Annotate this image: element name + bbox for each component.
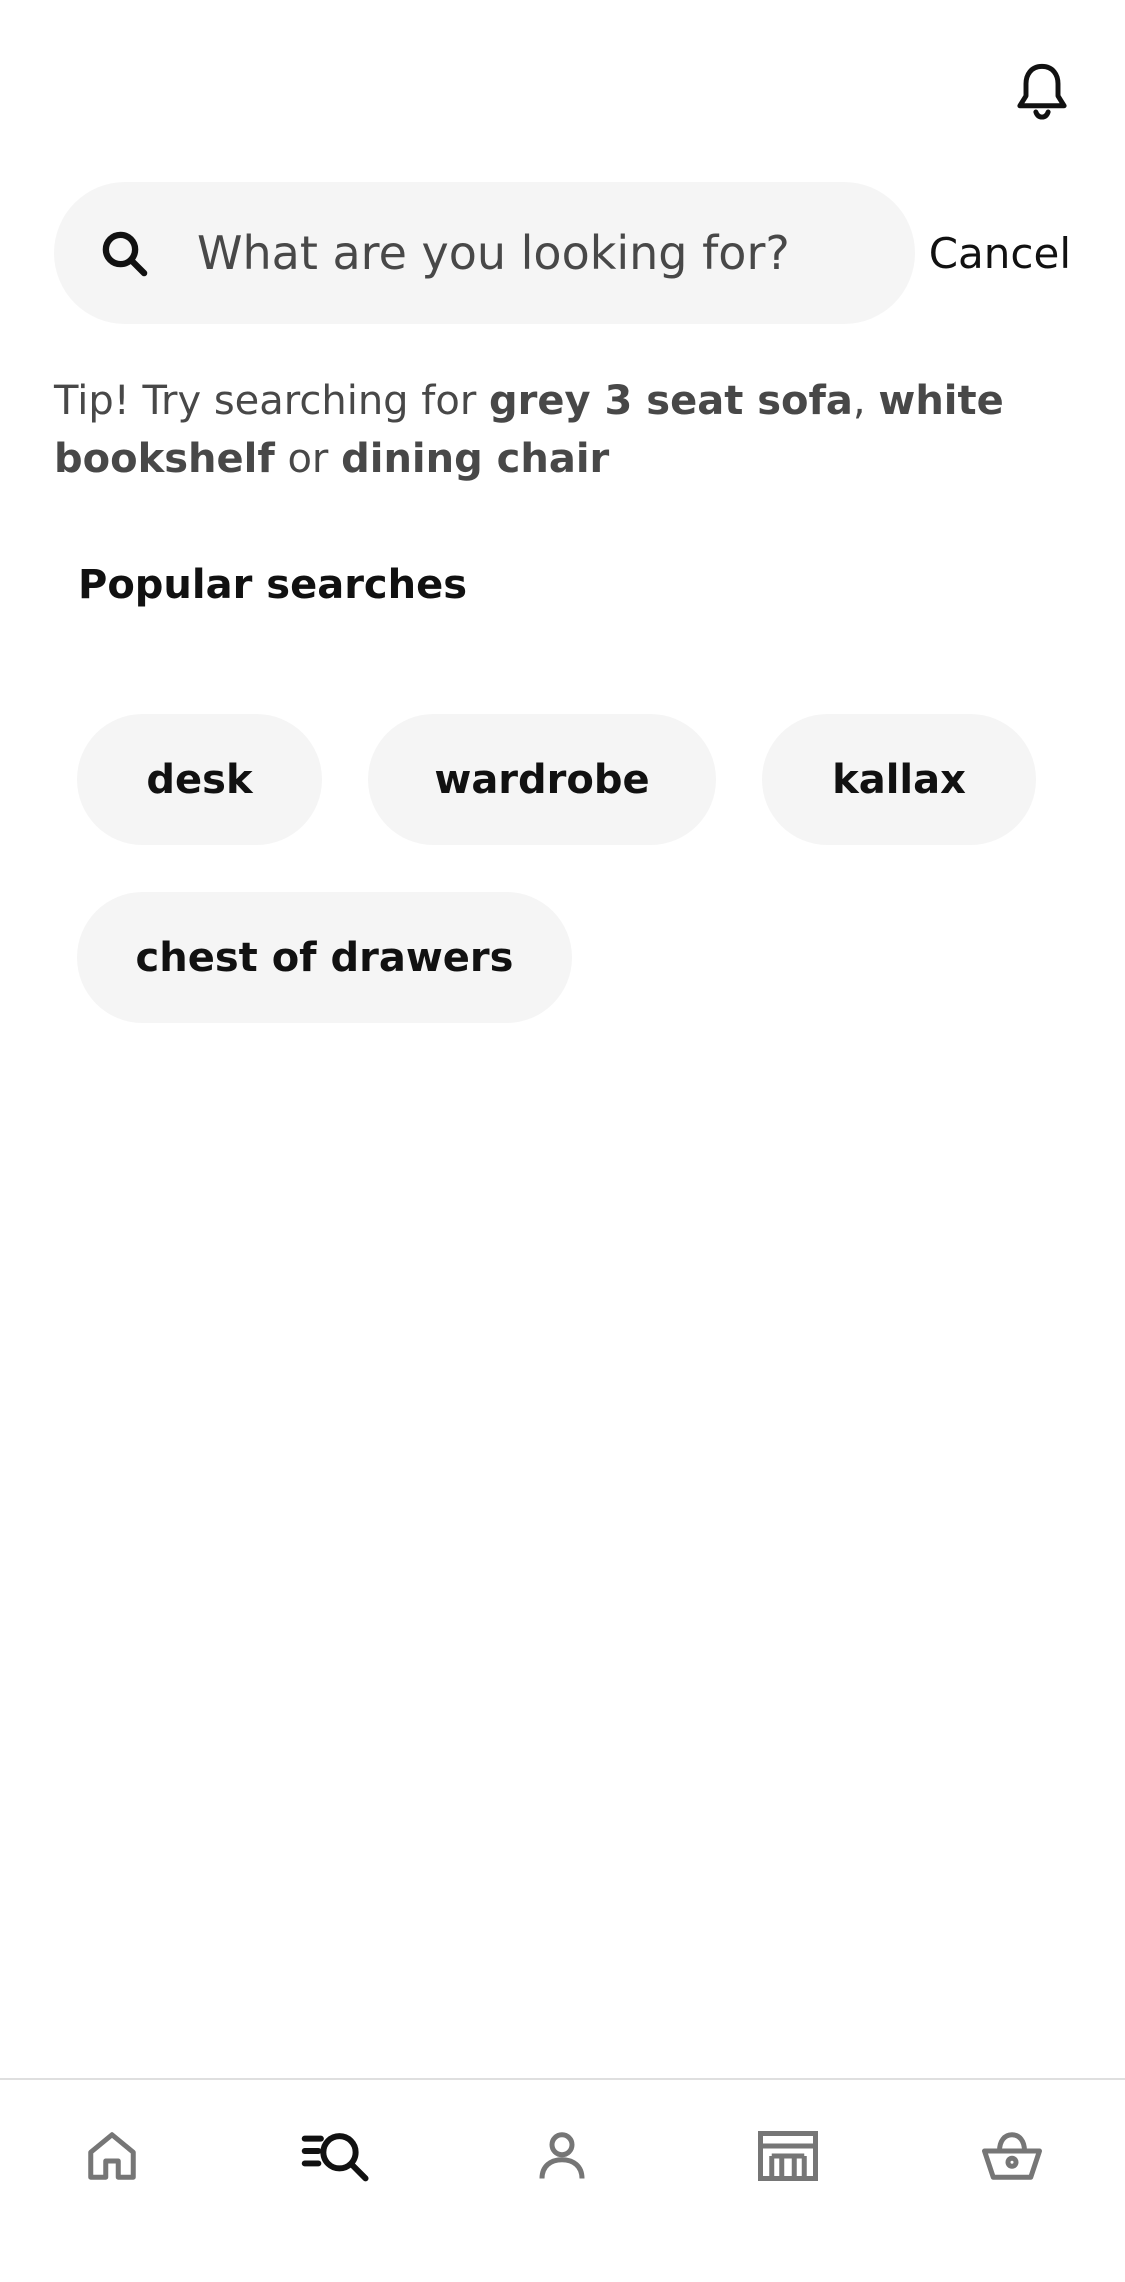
tip-term-dining-chair[interactable]: dining chair <box>341 436 609 482</box>
search-tip: Tip! Try searching for grey 3 seat sofa,… <box>54 372 1054 488</box>
profile-icon <box>539 2132 585 2179</box>
cancel-button[interactable]: Cancel <box>929 182 1071 324</box>
home-icon <box>88 2132 136 2180</box>
notifications-button[interactable] <box>1008 55 1076 127</box>
nav-search[interactable] <box>297 2120 377 2192</box>
popular-chip-desk[interactable]: desk <box>77 714 322 845</box>
search-list-icon <box>301 2133 369 2182</box>
search-icon <box>102 231 148 277</box>
popular-chip-chest-of-drawers[interactable]: chest of drawers <box>77 892 572 1023</box>
nav-home[interactable] <box>72 2120 152 2192</box>
tip-separator: , <box>852 378 866 424</box>
nav-profile[interactable] <box>522 2120 602 2192</box>
basket-icon <box>982 2132 1042 2180</box>
tip-term-grey-sofa[interactable]: grey 3 seat sofa <box>489 378 853 424</box>
search-field[interactable] <box>54 182 915 324</box>
popular-chip-wardrobe[interactable]: wardrobe <box>368 714 716 845</box>
tip-prefix: Tip! Try searching for <box>54 378 477 424</box>
search-row: Cancel <box>54 182 1071 324</box>
tip-separator: or <box>287 436 329 482</box>
nav-basket[interactable] <box>972 2120 1052 2192</box>
nav-stores[interactable] <box>748 2120 828 2192</box>
store-icon <box>758 2131 818 2181</box>
popular-searches-title: Popular searches <box>78 562 468 608</box>
search-input[interactable] <box>197 182 887 324</box>
bell-icon <box>1017 63 1067 120</box>
popular-chip-kallax[interactable]: kallax <box>762 714 1036 845</box>
bottom-navigation <box>0 2078 1125 2282</box>
